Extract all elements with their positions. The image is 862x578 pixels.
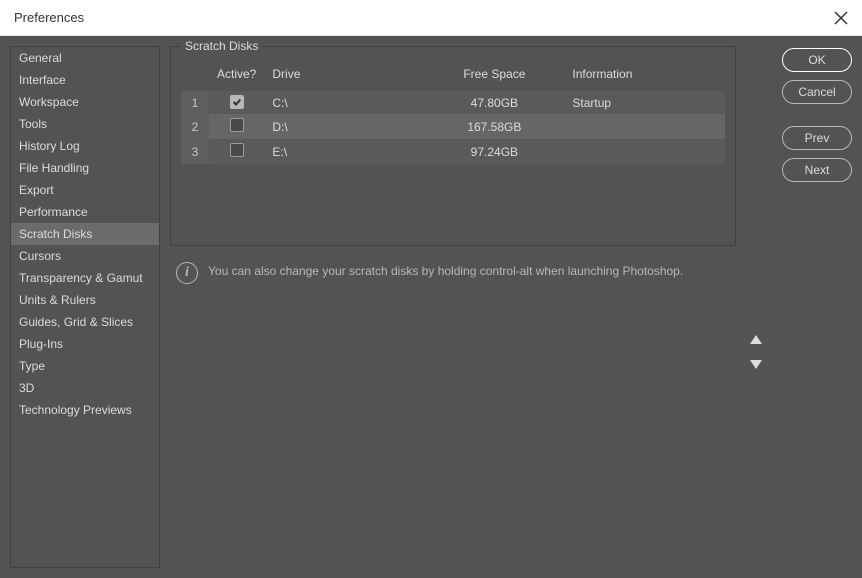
move-up-icon[interactable] bbox=[748, 332, 764, 348]
active-cell bbox=[209, 91, 264, 114]
info-icon: i bbox=[176, 262, 198, 284]
reorder-arrows bbox=[740, 46, 772, 568]
sidebar-item-scratch-disks[interactable]: Scratch Disks bbox=[11, 223, 159, 245]
row-number: 2 bbox=[181, 114, 209, 139]
col-num bbox=[181, 61, 209, 91]
sidebar-item-tools[interactable]: Tools bbox=[11, 113, 159, 135]
free-space-cell: 167.58GB bbox=[424, 114, 564, 139]
active-checkbox[interactable] bbox=[230, 143, 244, 157]
free-space-cell: 97.24GB bbox=[424, 139, 564, 164]
free-space-cell: 47.80GB bbox=[424, 91, 564, 114]
sidebar-item-type[interactable]: Type bbox=[11, 355, 159, 377]
col-drive: Drive bbox=[264, 61, 424, 91]
row-number: 3 bbox=[181, 139, 209, 164]
sidebar-item-export[interactable]: Export bbox=[11, 179, 159, 201]
ok-button[interactable]: OK bbox=[782, 48, 852, 72]
scratch-disks-panel: Scratch Disks Active? Drive Free Space I… bbox=[170, 46, 736, 246]
sidebar-item-cursors[interactable]: Cursors bbox=[11, 245, 159, 267]
table-row[interactable]: 1 C:\47.80GBStartup bbox=[181, 91, 725, 114]
table-row[interactable]: 3 E:\97.24GB bbox=[181, 139, 725, 164]
sidebar: GeneralInterfaceWorkspaceToolsHistory Lo… bbox=[10, 46, 160, 568]
col-free: Free Space bbox=[424, 61, 564, 91]
titlebar: Preferences bbox=[0, 0, 862, 36]
sidebar-item-performance[interactable]: Performance bbox=[11, 201, 159, 223]
dialog-buttons: OK Cancel Prev Next bbox=[782, 46, 852, 568]
col-active: Active? bbox=[209, 61, 264, 91]
sidebar-item-interface[interactable]: Interface bbox=[11, 69, 159, 91]
sidebar-item-3d[interactable]: 3D bbox=[11, 377, 159, 399]
table-row[interactable]: 2 D:\167.58GB bbox=[181, 114, 725, 139]
information-cell bbox=[564, 114, 725, 139]
sidebar-item-transparency-gamut[interactable]: Transparency & Gamut bbox=[11, 267, 159, 289]
sidebar-item-guides-grid-slices[interactable]: Guides, Grid & Slices bbox=[11, 311, 159, 333]
drive-cell: C:\ bbox=[264, 91, 424, 114]
active-checkbox[interactable] bbox=[230, 118, 244, 132]
sidebar-item-units-rulers[interactable]: Units & Rulers bbox=[11, 289, 159, 311]
hint-row: i You can also change your scratch disks… bbox=[170, 258, 736, 288]
sidebar-item-general[interactable]: General bbox=[11, 47, 159, 69]
active-cell bbox=[209, 114, 264, 139]
next-button[interactable]: Next bbox=[782, 158, 852, 182]
panel-title: Scratch Disks bbox=[181, 39, 262, 53]
sidebar-item-file-handling[interactable]: File Handling bbox=[11, 157, 159, 179]
sidebar-item-history-log[interactable]: History Log bbox=[11, 135, 159, 157]
drive-cell: E:\ bbox=[264, 139, 424, 164]
close-icon[interactable] bbox=[834, 11, 848, 25]
active-checkbox[interactable] bbox=[230, 95, 244, 109]
hint-text: You can also change your scratch disks b… bbox=[208, 262, 683, 280]
active-cell bbox=[209, 139, 264, 164]
dialog-body: GeneralInterfaceWorkspaceToolsHistory Lo… bbox=[0, 36, 862, 578]
move-down-icon[interactable] bbox=[748, 356, 764, 372]
sidebar-item-technology-previews[interactable]: Technology Previews bbox=[11, 399, 159, 421]
prev-button[interactable]: Prev bbox=[782, 126, 852, 150]
window-title: Preferences bbox=[14, 10, 84, 25]
drive-cell: D:\ bbox=[264, 114, 424, 139]
information-cell bbox=[564, 139, 725, 164]
sidebar-item-plug-ins[interactable]: Plug-Ins bbox=[11, 333, 159, 355]
row-number: 1 bbox=[181, 91, 209, 114]
scratch-disks-table: Active? Drive Free Space Information 1 C:… bbox=[181, 61, 725, 164]
information-cell: Startup bbox=[564, 91, 725, 114]
sidebar-item-workspace[interactable]: Workspace bbox=[11, 91, 159, 113]
col-info: Information bbox=[564, 61, 725, 91]
cancel-button[interactable]: Cancel bbox=[782, 80, 852, 104]
preferences-window: Preferences GeneralInterfaceWorkspaceToo… bbox=[0, 0, 862, 578]
